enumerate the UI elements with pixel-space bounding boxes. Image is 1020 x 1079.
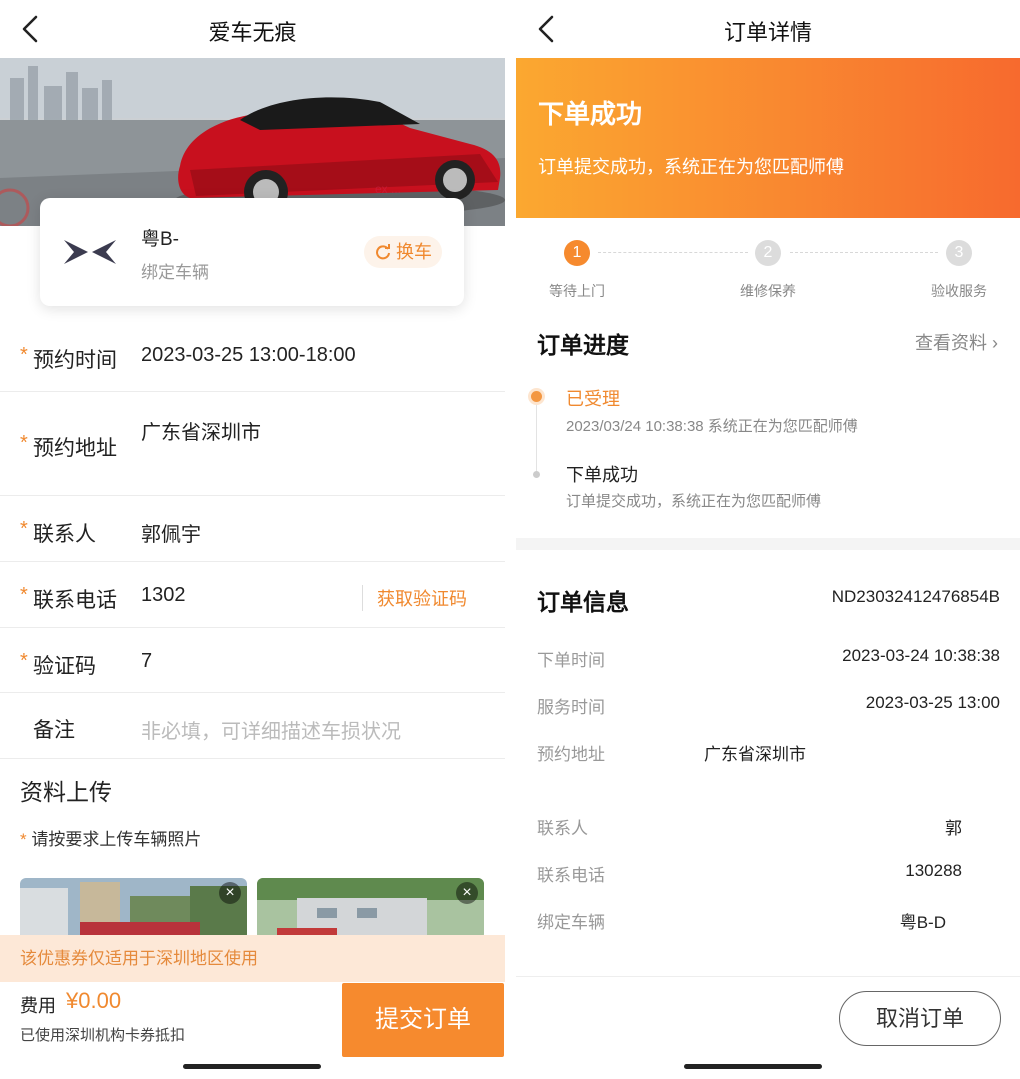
banner-title: 下单成功: [538, 99, 643, 129]
step-3-label: 验收服务: [931, 283, 987, 299]
required-mark: *: [20, 432, 28, 454]
chevron-right-icon: ›: [992, 333, 998, 353]
remark-input[interactable]: 非必填，可详细描述车损状况: [141, 715, 401, 744]
form-row-time[interactable]: * 预约时间 2023-03-25 13:00-18:00: [0, 322, 505, 392]
timeline-item-subtitle: 2023/03/24 10:38:38 系统正在为您匹配师傅: [566, 418, 858, 435]
status-banner: 下单成功 订单提交成功，系统正在为您匹配师傅: [516, 58, 1020, 218]
form-row-code[interactable]: * 验证码 7: [0, 628, 505, 693]
remove-photo-icon[interactable]: ×: [219, 882, 241, 904]
upload-photo-1[interactable]: ×: [20, 878, 247, 940]
contact-value: 郭: [945, 819, 962, 838]
form-row-contact[interactable]: * 联系人 郭佩宇: [0, 496, 505, 562]
timeline-item-title: 下单成功: [566, 465, 638, 485]
right-screen: 订单详情 下单成功 订单提交成功，系统正在为您匹配师傅 1 2 3 等待上门 维…: [516, 0, 1020, 1079]
order-time-value: 2023-03-24 10:38:38: [842, 646, 1000, 665]
footer-divider: [516, 976, 1020, 977]
address-value[interactable]: 广东省深圳市: [141, 416, 261, 445]
navbar: 爱车无痕: [0, 0, 505, 58]
order-number: ND23032412476854B: [831, 587, 1000, 606]
timeline-item-subtitle: 订单提交成功，系统正在为您匹配师傅: [566, 493, 822, 510]
home-indicator[interactable]: [684, 1064, 822, 1069]
bound-car-card[interactable]: 粤B- 绑定车辆 换车: [40, 198, 464, 306]
step-2-label: 维修保养: [740, 283, 796, 299]
upload-note-text: 请按要求上传车辆照片: [31, 830, 202, 849]
timeline-dot-active: [531, 391, 542, 402]
phone-value[interactable]: 1302: [141, 584, 186, 607]
code-value[interactable]: 7: [141, 650, 152, 673]
xpeng-logo-icon: [64, 240, 116, 264]
upload-photo-2[interactable]: ×: [257, 878, 484, 940]
car-subtitle: 绑定车辆: [141, 263, 209, 282]
timeline-dot: [533, 471, 540, 478]
view-details-label: 查看资料: [914, 333, 987, 353]
code-label: 验证码: [33, 655, 96, 678]
page-title: 订单详情: [723, 20, 812, 45]
info-section-title: 订单信息: [537, 589, 629, 615]
fee-amount: ¥0.00: [66, 988, 122, 1013]
contact-value[interactable]: 郭佩宇: [141, 518, 201, 547]
step-1-dot: 1: [564, 240, 590, 266]
section-gap: [516, 538, 1020, 550]
swap-car-label: 换车: [396, 242, 432, 262]
upload-note: * 请按要求上传车辆照片: [20, 825, 201, 850]
submit-order-button[interactable]: 提交订单: [342, 983, 504, 1057]
left-screen: 爱车无痕 ex ... 粤B- 绑定车辆 换车 * 预约时间 2023-03-2…: [0, 0, 505, 1079]
required-mark: *: [20, 830, 27, 849]
car-plate: 粤B-: [141, 229, 180, 250]
form-row-phone[interactable]: * 联系电话 1302 获取验证码: [0, 562, 505, 628]
form-row-remark[interactable]: 备注 非必填，可详细描述车损状况: [0, 693, 505, 759]
get-code-button[interactable]: 获取验证码: [362, 585, 467, 611]
address-label: 预约地址: [33, 437, 117, 460]
remove-photo-icon[interactable]: ×: [456, 882, 478, 904]
contact-label: 联系人: [537, 819, 588, 838]
swap-car-button[interactable]: 换车: [364, 236, 442, 268]
step-connector: [790, 252, 938, 253]
address-label: 预约地址: [537, 745, 605, 764]
phone-label: 联系电话: [537, 866, 605, 885]
timeline-line: [536, 398, 537, 474]
fee-label: 费用: [20, 996, 56, 1016]
fee-subtext: 已使用深圳机构卡券抵扣: [20, 1027, 186, 1044]
progress-section-title: 订单进度: [537, 332, 629, 358]
car-label: 绑定车辆: [537, 913, 605, 932]
required-mark: *: [20, 650, 28, 672]
order-time-label: 下单时间: [537, 651, 605, 670]
step-2-dot: 2: [755, 240, 781, 266]
step-1-label: 等待上门: [549, 283, 605, 299]
home-indicator[interactable]: [183, 1064, 321, 1069]
hero-watermark: ex ...: [375, 182, 401, 196]
car-value: 粤B-D: [899, 913, 946, 932]
time-value[interactable]: 2023-03-25 13:00-18:00: [141, 344, 356, 367]
step-connector: [598, 252, 748, 253]
phone-label: 联系电话: [33, 589, 117, 612]
cancel-order-button[interactable]: 取消订单: [839, 991, 1001, 1046]
step-3-dot: 3: [946, 240, 972, 266]
required-mark: *: [20, 518, 28, 540]
coupon-notice: 该优惠券仅适用于深圳地区使用: [0, 935, 505, 982]
remark-label: 备注: [33, 719, 75, 742]
required-mark: *: [20, 344, 28, 366]
view-details-link[interactable]: 查看资料 ›: [915, 329, 998, 355]
page-title: 爱车无痕: [208, 20, 297, 45]
photo-thumbnail: [257, 878, 484, 940]
timeline-item-title: 已受理: [566, 389, 620, 409]
service-time-label: 服务时间: [537, 698, 605, 717]
navbar: 订单详情: [516, 0, 1020, 58]
form-row-address[interactable]: * 预约地址 广东省深圳市: [0, 392, 505, 496]
phone-value: 130288: [905, 861, 962, 880]
upload-section-title: 资料上传: [20, 779, 112, 805]
contact-label: 联系人: [33, 523, 96, 546]
refresh-icon: [376, 244, 390, 260]
photo-thumbnail: [20, 878, 247, 940]
banner-subtitle: 订单提交成功，系统正在为您匹配师傅: [538, 157, 844, 177]
time-label: 预约时间: [33, 349, 117, 372]
screen-divider: [505, 0, 516, 1079]
address-value: 广东省深圳市: [704, 745, 806, 764]
required-mark: *: [20, 584, 28, 606]
service-time-value: 2023-03-25 13:00: [865, 693, 1000, 712]
